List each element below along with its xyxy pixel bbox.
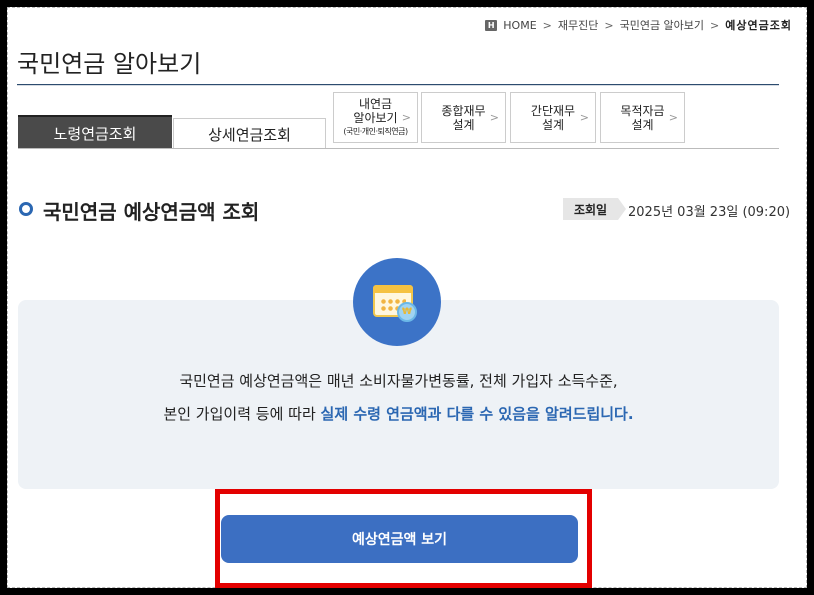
subtab-label: 알아보기 (353, 110, 398, 125)
chevron-right-icon: > (668, 110, 678, 124)
subtab-comprehensive-plan[interactable]: 종합재무 설계 > (421, 92, 506, 143)
tab-old-age-pension[interactable]: 노령연금조회 (18, 115, 172, 149)
home-icon[interactable]: H (485, 19, 498, 31)
subtab-note: (국민·개인·퇴직연금) (343, 126, 408, 136)
subtab-label: 간단재무 (530, 103, 576, 118)
query-date-value: 2025년 03월 23일 (09:20) (628, 205, 791, 220)
breadcrumb-home[interactable]: HOME (503, 19, 536, 32)
title-divider-shadow (17, 85, 779, 86)
subtab-label: 종합재무 (441, 103, 486, 118)
subtab-label: 설계 (541, 117, 565, 132)
chevron-right-icon: > (579, 110, 589, 124)
view-expected-pension-button[interactable]: 예상연금액 보기 (221, 515, 578, 563)
tab-detailed-pension[interactable]: 상세연금조회 (173, 118, 326, 149)
chevron-right-icon: > (401, 110, 411, 124)
section-title: 국민연금 예상연금액 조회 (43, 200, 260, 224)
subtab-label: 내연금 (358, 96, 393, 111)
breadcrumb-item-financial[interactable]: 재무진단 (558, 17, 598, 33)
subtab-label: 설계 (631, 117, 654, 132)
subtab-simple-plan[interactable]: 간단재무 설계 > (510, 92, 596, 143)
breadcrumb-item-pension[interactable]: 국민연금 알아보기 (620, 17, 704, 33)
chevron-right-icon: > (710, 18, 720, 32)
chevron-right-icon: > (542, 18, 552, 32)
info-text-line1: 국민연금 예상연금액은 매년 소비자물가변동률, 전체 가입자 소득수준, (179, 372, 618, 390)
info-text-highlight: 실제 수령 연금액과 다를 수 있음을 알려드립니다. (320, 405, 634, 423)
chevron-right-icon: > (604, 18, 614, 32)
subtab-label: 설계 (452, 117, 475, 132)
info-text-plain: 본인 가입이력 등에 따라 (163, 405, 321, 423)
subtab-goal-fund-plan[interactable]: 목적자금 설계 > (600, 92, 685, 143)
page-title: 국민연금 알아보기 (17, 50, 202, 78)
coin-pouch-icon: ₩ (397, 302, 417, 322)
tabs-divider (18, 148, 779, 149)
subtab-my-pension[interactable]: 내연금 알아보기 (국민·개인·퇴직연금) > (333, 92, 418, 143)
breadcrumb-current: 예상연금조회 (725, 19, 792, 32)
breadcrumb: H HOME > 재무진단 > 국민연금 알아보기 > 예상연금조회 (485, 17, 792, 33)
section-bullet-icon (19, 202, 33, 216)
subtab-label: 목적자금 (620, 103, 665, 118)
info-text-line2: 본인 가입이력 등에 따라 실제 수령 연금액과 다를 수 있음을 알려드립니다… (18, 403, 779, 424)
query-date-label: 조회일 (563, 198, 626, 220)
calendar-coin-icon: ₩ (353, 258, 441, 346)
chevron-right-icon: > (489, 110, 499, 124)
